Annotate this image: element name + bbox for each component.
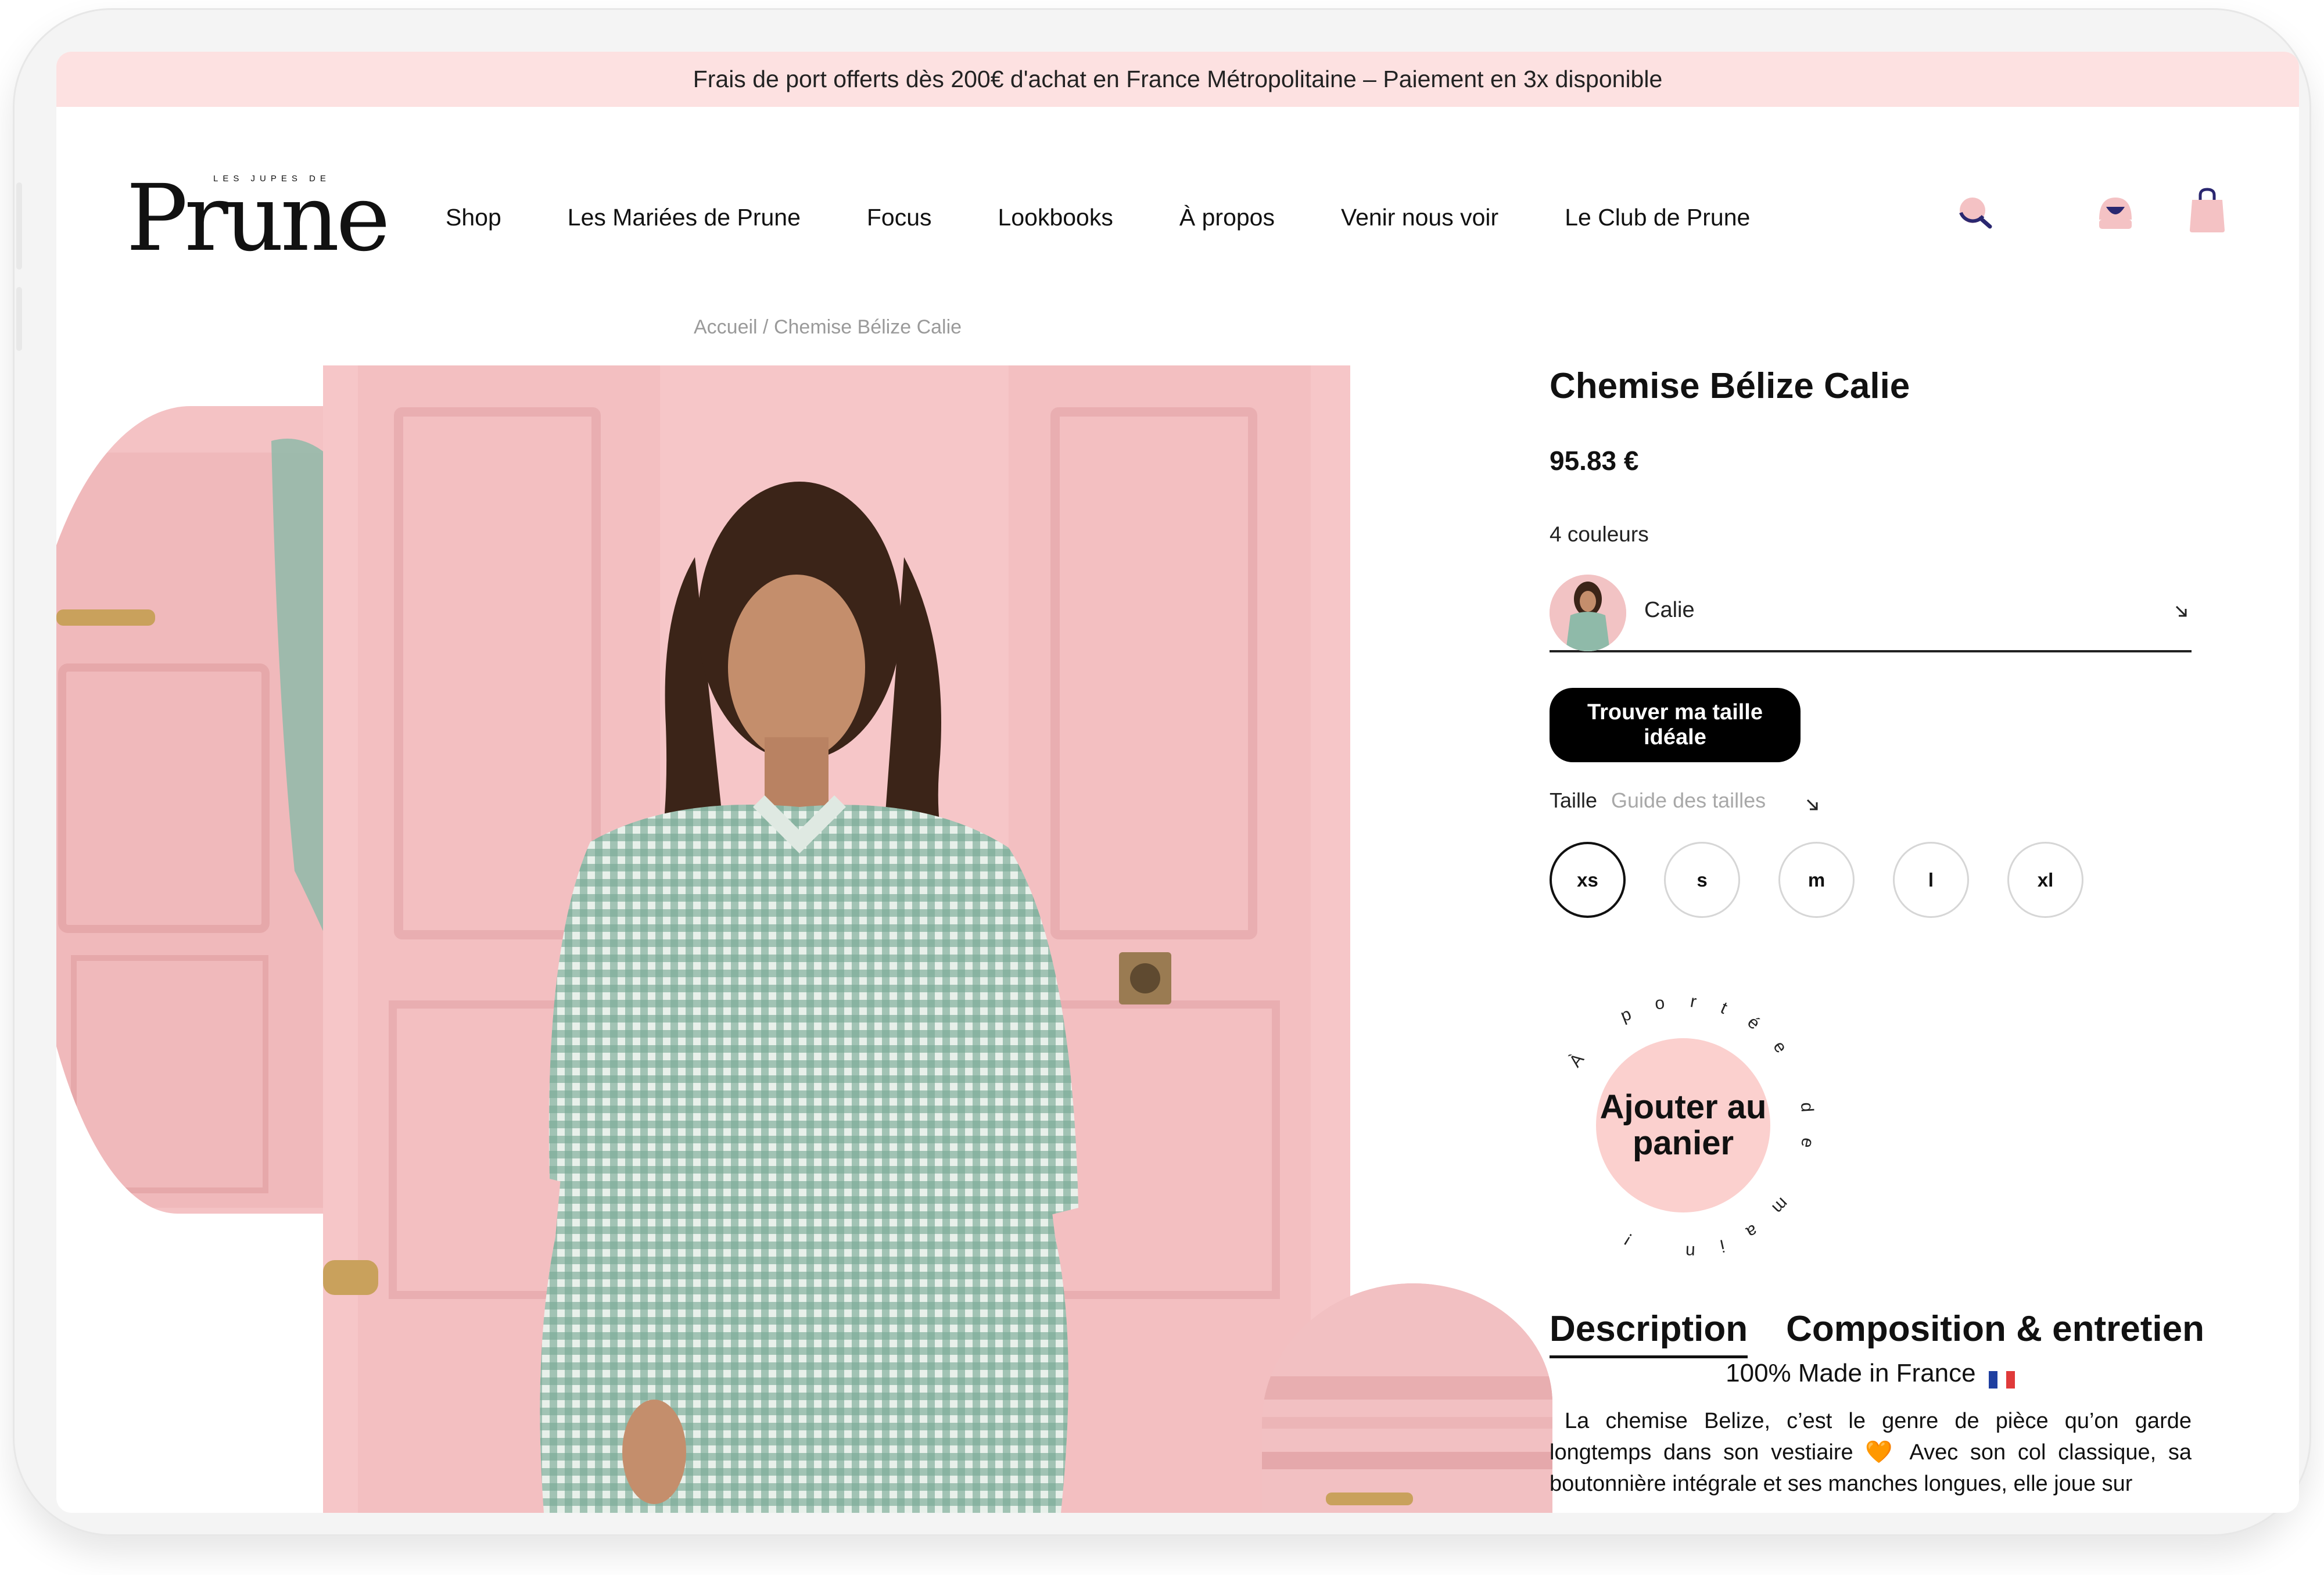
color-swatch-thumbnail — [1550, 575, 1626, 651]
bag-icon[interactable] — [2189, 187, 2226, 234]
add-to-cart-button[interactable]: Ajouter au panier — [1596, 1038, 1770, 1212]
product-description: La chemise Belize, c’est le genre de piè… — [1550, 1409, 2192, 1496]
french-flag-icon — [1989, 1366, 2015, 1389]
add-to-cart-area: À portée de main ! Ajouter au panier — [1550, 993, 1817, 1260]
nav-item-venir[interactable]: Venir nous voir — [1341, 204, 1498, 231]
device-side-button — [16, 182, 22, 270]
size-guide-link[interactable]: Guide des tailles — [1611, 788, 1766, 813]
device-side-button — [16, 287, 22, 351]
search-icon[interactable] — [1955, 193, 1996, 234]
size-label: Taille — [1550, 788, 1598, 812]
made-in-france-text: 100% Made in France — [1726, 1359, 1976, 1387]
find-size-button[interactable]: Trouver ma taille idéale — [1550, 688, 1801, 762]
arrow-down-right-icon — [1806, 799, 1818, 810]
door-illustration — [56, 439, 347, 1208]
product-tabs: Description Composition & entretien — [1550, 1308, 2243, 1358]
tablet-frame: Frais de port offerts dès 200€ d'achat e… — [13, 8, 2311, 1536]
secondary-photo-blob — [56, 406, 347, 1214]
size-option-xs[interactable]: xs — [1550, 842, 1626, 918]
tab-description[interactable]: Description — [1550, 1308, 1748, 1358]
size-option-m[interactable]: m — [1778, 842, 1855, 918]
color-count: 4 couleurs — [1550, 522, 1649, 546]
account-icon[interactable] — [2096, 193, 2135, 234]
product-title: Chemise Bélize Calie — [1550, 366, 1910, 406]
nav-item-shop[interactable]: Shop — [446, 204, 501, 231]
promo-banner: Frais de port offerts dès 200€ d'achat e… — [56, 52, 2299, 107]
nav-item-focus[interactable]: Focus — [867, 204, 932, 231]
selected-color-name: Calie — [1644, 598, 1695, 622]
product-main-image[interactable] — [323, 365, 1350, 1513]
made-in-france-headline: 100% Made in France — [1550, 1359, 2192, 1389]
nav-item-a-propos[interactable]: À propos — [1179, 204, 1275, 231]
swatch-image — [1550, 575, 1626, 651]
breadcrumb[interactable]: Accueil / Chemise Bélize Calie — [694, 316, 962, 339]
chevron-down-icon — [2175, 605, 2187, 617]
size-option-l[interactable]: l — [1893, 842, 1969, 918]
nav-item-mariees[interactable]: Les Mariées de Prune — [568, 204, 801, 231]
main-nav: Shop Les Mariées de Prune Focus Lookbook… — [446, 197, 1816, 238]
size-options: xs s m l xl — [1550, 842, 2122, 918]
promo-text: Frais de port offerts dès 200€ d'achat e… — [693, 66, 1663, 92]
logo-wordmark: Prune — [126, 165, 390, 272]
tab-composition[interactable]: Composition & entretien — [1786, 1308, 2204, 1358]
browser-screen: Frais de port offerts dès 200€ d'achat e… — [56, 52, 2299, 1513]
nav-item-lookbooks[interactable]: Lookbooks — [998, 204, 1113, 231]
product-price: 95.83 € — [1550, 446, 1639, 476]
nav-item-club[interactable]: Le Club de Prune — [1565, 204, 1750, 231]
size-option-s[interactable]: s — [1664, 842, 1740, 918]
color-select[interactable]: Calie — [1550, 575, 2192, 652]
brand-logo[interactable]: LES JUPES DE Prune — [126, 165, 405, 272]
size-option-xl[interactable]: xl — [2007, 842, 2083, 918]
model-photo-illustration — [323, 365, 1350, 1513]
